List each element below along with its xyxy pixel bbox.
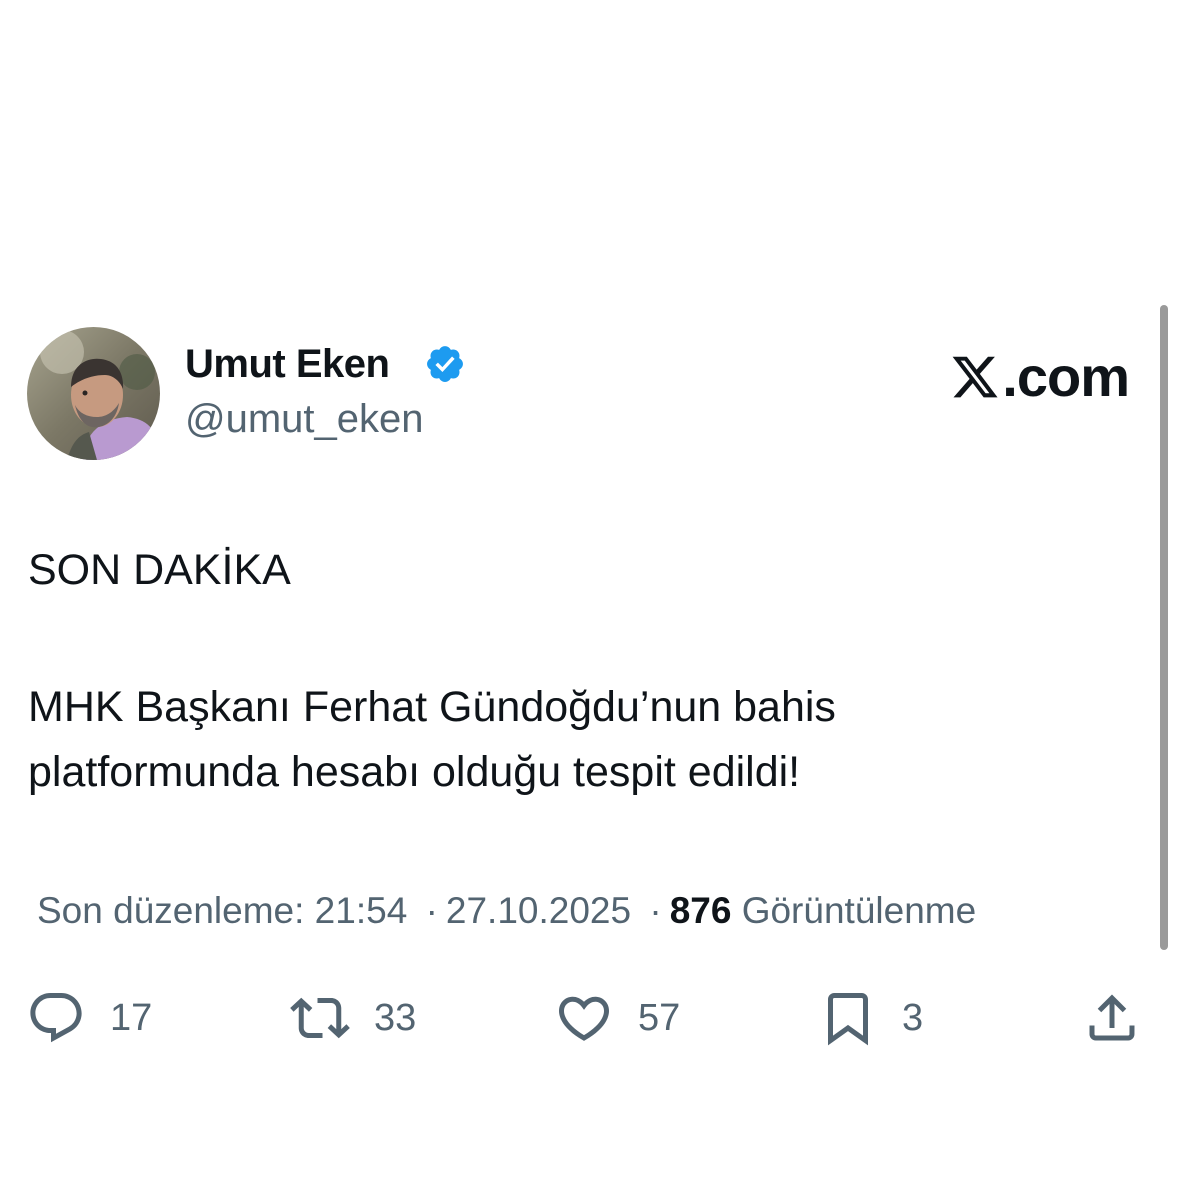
edited-timestamp[interactable]: Son düzenleme: 21:54 — [37, 890, 407, 931]
views-count: 876 — [669, 890, 732, 931]
reply-icon — [30, 993, 82, 1043]
avatar[interactable] — [27, 327, 160, 460]
bookmark-icon — [828, 993, 868, 1046]
verified-badge-icon — [427, 346, 463, 382]
author-display-name[interactable]: Umut Eken — [185, 342, 390, 387]
tweet-card: Umut Eken @umut_eken .com SON DAKİKA MHK… — [0, 0, 1179, 1179]
x-logo-icon — [952, 356, 998, 397]
like-button[interactable]: 57 — [554, 988, 680, 1048]
x-brand: .com — [950, 344, 1130, 409]
scrollbar[interactable] — [1160, 305, 1168, 950]
views-label: Görüntülenme — [741, 890, 977, 931]
reply-count: 17 — [110, 996, 153, 1039]
bookmark-count: 3 — [902, 996, 924, 1039]
reply-button[interactable]: 17 — [26, 988, 152, 1048]
repost-icon — [290, 997, 350, 1039]
tweet-date[interactable]: 27.10.2025 — [446, 890, 631, 931]
meta-separator: · — [649, 890, 662, 931]
avatar-image — [27, 327, 160, 460]
tweet-text: SON DAKİKA MHK Başkanı Ferhat Gündoğdu’n… — [28, 538, 1118, 805]
share-button[interactable] — [1082, 988, 1142, 1048]
brand-label: .com — [1002, 345, 1130, 408]
author-handle[interactable]: @umut_eken — [185, 397, 424, 442]
tweet-meta: Son düzenleme: 21:54 · 27.10.2025 · 876 Gö… — [37, 890, 976, 932]
tweet-headline: SON DAKİKA — [28, 546, 291, 594]
heart-icon — [558, 996, 610, 1041]
repost-count: 33 — [374, 996, 417, 1039]
repost-button[interactable]: 33 — [290, 988, 416, 1048]
like-count: 57 — [638, 996, 681, 1039]
share-icon — [1089, 994, 1135, 1041]
meta-separator: · — [425, 890, 438, 931]
bookmark-button[interactable]: 3 — [818, 988, 923, 1048]
tweet-line: MHK Başkanı Ferhat Gündoğdu’nun bahis — [28, 683, 836, 731]
tweet-line: platformunda hesabı olduğu tespit edildi… — [28, 748, 801, 796]
